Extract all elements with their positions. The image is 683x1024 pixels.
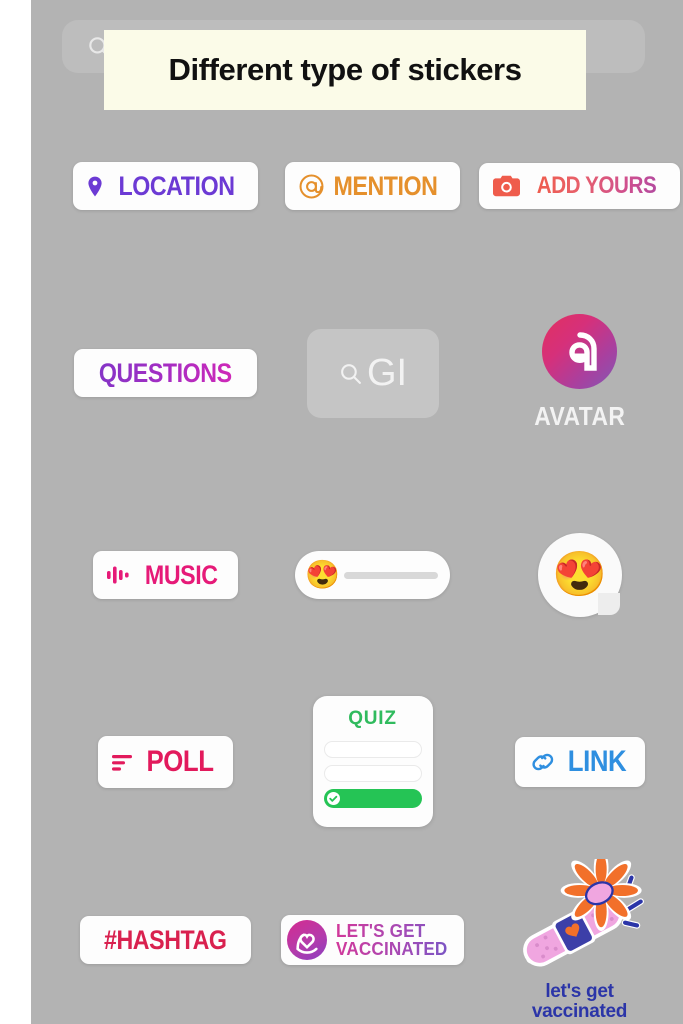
sticker-bandage-label: let's get vaccinated xyxy=(531,980,628,1022)
at-sign-icon xyxy=(299,174,324,199)
sticker-poll-label: POLL xyxy=(146,744,214,778)
title-overlay-banner: Different type of stickers xyxy=(104,30,586,110)
location-pin-icon xyxy=(87,176,103,197)
sticker-cell: GI xyxy=(269,328,476,418)
sticker-music-label: MUSIC xyxy=(145,559,218,590)
chain-link-icon xyxy=(529,751,557,773)
poll-bars-icon xyxy=(112,752,134,772)
sticker-emoji-slider[interactable]: 😍 xyxy=(295,551,450,599)
sticker-add-yours[interactable]: ADD YOURS xyxy=(478,163,681,209)
music-waveform-icon xyxy=(107,564,133,586)
bandage-line-2: vaccinated xyxy=(531,1000,628,1022)
sticker-cell: AVATAR xyxy=(476,314,683,432)
check-icon xyxy=(326,792,340,805)
sticker-cell: LOCATION xyxy=(62,162,269,210)
avatar-face-icon xyxy=(542,314,617,389)
sticker-cell: #HASHTAG xyxy=(62,916,269,964)
sticker-cell: 😍 xyxy=(269,551,476,599)
sticker-hashtag-label: #HASHTAG xyxy=(104,924,227,955)
sticker-questions[interactable]: QUESTIONS xyxy=(74,349,257,397)
sticker-mention[interactable]: MENTION xyxy=(285,162,460,210)
heart-globe-icon xyxy=(286,920,327,960)
quiz-option[interactable] xyxy=(323,765,422,782)
sticker-avatar-label: AVATAR xyxy=(533,401,626,431)
sticker-row-5: #HASHTAG LET'S GET VACCINATED let's get … xyxy=(62,849,683,1022)
gif-search-box[interactable]: GI xyxy=(306,328,439,418)
gif-search-text: GI xyxy=(366,352,408,394)
sticker-music[interactable]: MUSIC xyxy=(93,551,238,599)
camera-icon xyxy=(492,175,520,197)
sticker-cell: let's get vaccinated xyxy=(476,849,683,1022)
sticker-cell: 😍 xyxy=(476,533,683,617)
sticker-tray-panel: LOCATION MENTION ADD YOURS QUESTIONS GI … xyxy=(31,0,683,1024)
sticker-cell: QUIZ xyxy=(269,696,476,827)
sticker-mention-label: MENTION xyxy=(333,170,438,201)
heart-eyes-emoji: 😍 xyxy=(305,559,340,590)
sticker-row-4: POLL QUIZ LINK xyxy=(62,694,683,829)
sticker-add-yours-label: ADD YOURS xyxy=(536,172,657,199)
sticker-hashtag[interactable]: #HASHTAG xyxy=(80,916,251,964)
quiz-option[interactable] xyxy=(323,741,422,758)
sticker-location-label: LOCATION xyxy=(118,170,235,201)
sticker-cell: POLL xyxy=(62,735,269,788)
vaccinated-line-2: VACCINATED xyxy=(335,939,448,959)
sticker-location[interactable]: LOCATION xyxy=(73,162,258,210)
quiz-option-correct[interactable] xyxy=(323,789,422,808)
sticker-cell: QUESTIONS xyxy=(62,349,269,397)
sticker-quiz-label: QUIZ xyxy=(348,708,397,729)
heart-eyes-emoji: 😍 xyxy=(552,550,607,599)
sticker-cell: MUSIC xyxy=(62,551,269,599)
sticker-bandage-vaccinated[interactable]: let's get vaccinated xyxy=(511,849,649,1022)
sticker-poll[interactable]: POLL xyxy=(98,735,233,788)
sticker-emoji-reaction[interactable]: 😍 xyxy=(537,533,622,617)
sticker-quiz[interactable]: QUIZ xyxy=(312,696,433,827)
sticker-row-1: LOCATION MENTION ADD YOURS xyxy=(62,162,683,210)
sticker-questions-label: QUESTIONS xyxy=(99,357,232,388)
page-title: Different type of stickers xyxy=(168,52,522,87)
slider-track[interactable] xyxy=(343,571,438,579)
sticker-cell: LET'S GET VACCINATED xyxy=(269,915,476,965)
sticker-vaccinated-label: LET'S GET VACCINATED xyxy=(335,921,453,959)
sticker-avatar[interactable]: AVATAR xyxy=(528,314,632,432)
sticker-link-label: LINK xyxy=(567,744,626,778)
sticker-cell: ADD YOURS xyxy=(476,162,683,210)
sticker-link[interactable]: LINK xyxy=(514,736,645,787)
sticker-lets-get-vaccinated[interactable]: LET'S GET VACCINATED xyxy=(280,915,465,965)
bandage-line-1: let's get xyxy=(545,980,614,1002)
vaccinated-line-1: LET'S GET xyxy=(336,921,447,940)
sticker-cell: LINK xyxy=(476,736,683,787)
bandage-flower-icon xyxy=(511,849,649,984)
search-icon xyxy=(338,361,363,386)
sticker-row-3: MUSIC 😍 😍 xyxy=(62,520,683,630)
sticker-row-2: QUESTIONS GI AVATAR xyxy=(62,308,683,438)
sticker-cell: MENTION xyxy=(269,162,476,210)
